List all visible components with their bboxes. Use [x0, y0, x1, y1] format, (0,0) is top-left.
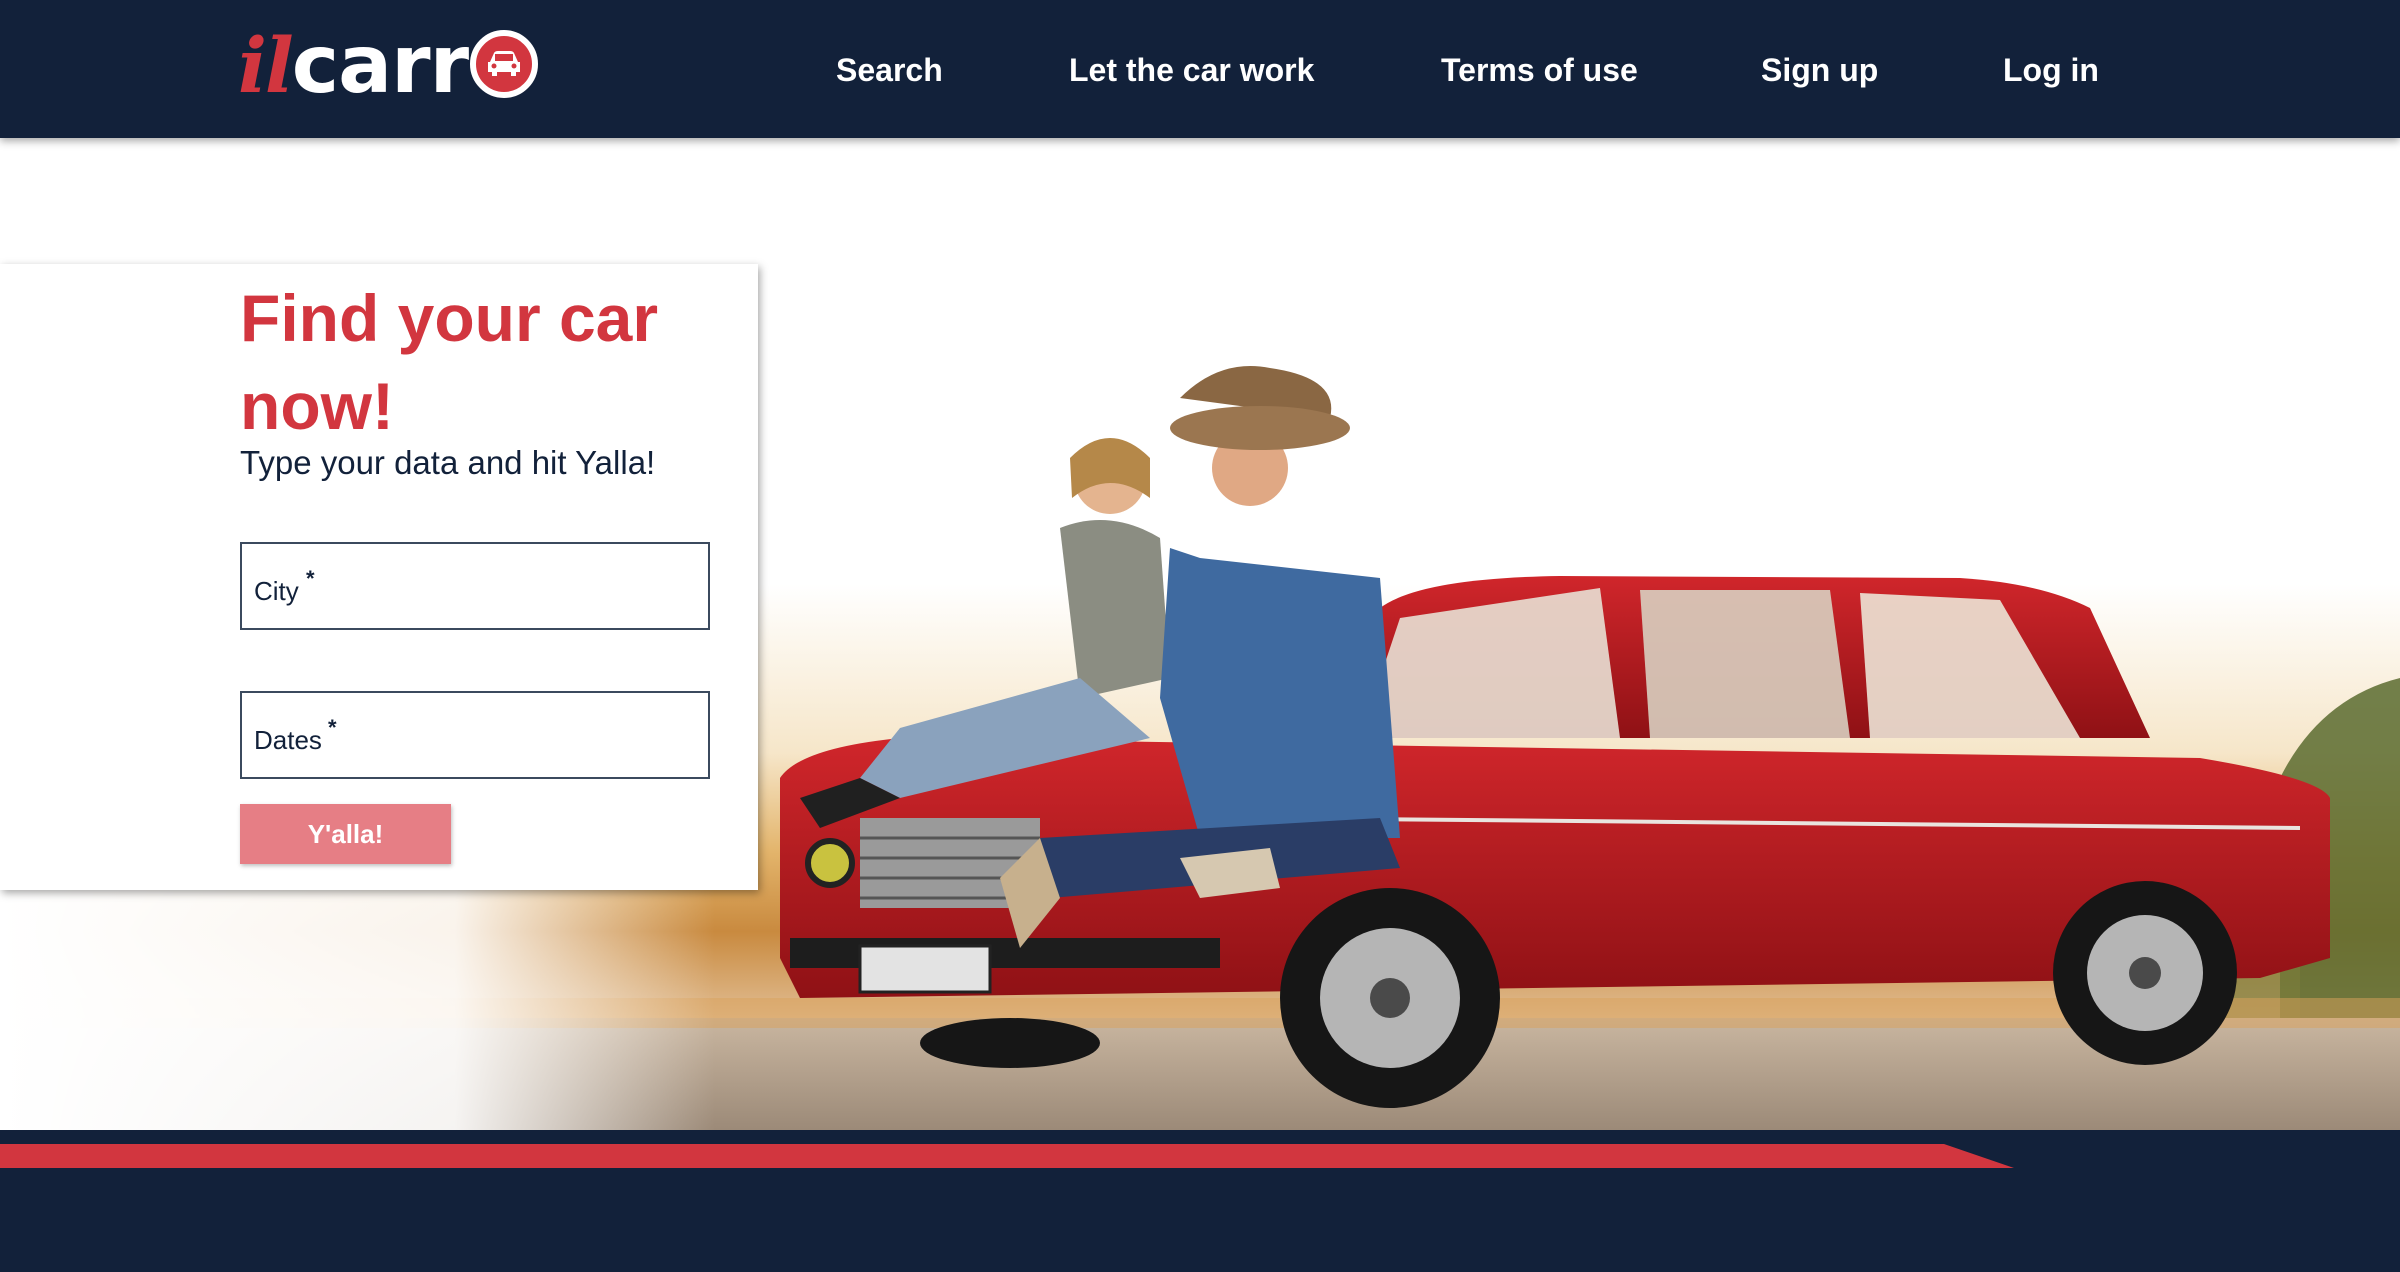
city-required-mark: * — [306, 566, 315, 591]
search-title: Find your car now! — [240, 281, 659, 443]
nav-sign-up[interactable]: Sign up — [1761, 46, 1878, 94]
top-navbar: il carr Search Let the car work Terms of… — [0, 0, 2400, 138]
nav-terms-of-use[interactable]: Terms of use — [1441, 46, 1638, 94]
dates-required-mark: * — [328, 715, 337, 740]
dates-field[interactable]: Dates * — [240, 691, 710, 779]
nav-log-in[interactable]: Log in — [2003, 46, 2099, 94]
main-nav: Search Let the car work Terms of use Sig… — [0, 46, 2400, 94]
nav-let-the-car-work[interactable]: Let the car work — [1069, 46, 1314, 94]
search-subtitle: Type your data and hit Yalla! — [240, 444, 656, 481]
city-field[interactable]: City * — [240, 542, 710, 630]
search-card: Find your car now! Type your data and hi… — [0, 264, 758, 890]
dates-field-label: Dates — [254, 725, 322, 755]
nav-search[interactable]: Search — [836, 46, 943, 94]
footer-band — [0, 1130, 2400, 1272]
yalla-submit-button[interactable]: Y'alla! — [240, 804, 451, 864]
city-field-label: City — [254, 576, 299, 606]
